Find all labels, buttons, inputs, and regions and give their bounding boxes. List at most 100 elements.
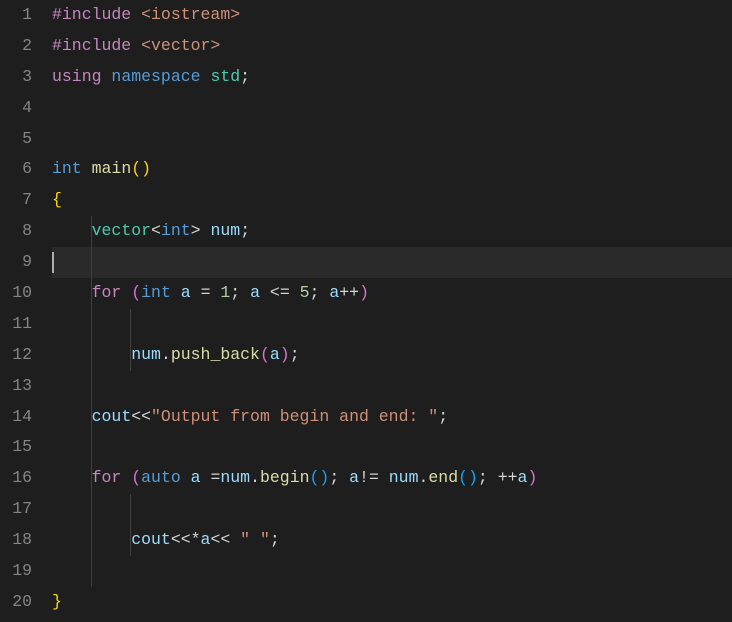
- code-line[interactable]: {: [52, 185, 732, 216]
- code-editor[interactable]: 1234567891011121314151617181920 #include…: [0, 0, 732, 622]
- token-punct: ++: [339, 283, 359, 302]
- token-func: push_back: [171, 345, 260, 364]
- token-brace: (: [131, 159, 141, 178]
- token-brace1: ): [280, 345, 290, 364]
- indent-guide: [91, 494, 92, 525]
- code-line[interactable]: [52, 432, 732, 463]
- code-line[interactable]: [52, 93, 732, 124]
- code-line[interactable]: [52, 371, 732, 402]
- code-area[interactable]: #include <iostream>#include <vector>usin…: [42, 0, 732, 622]
- token-type: int: [161, 221, 191, 240]
- token-func: begin: [260, 468, 310, 487]
- token-punct: >: [191, 221, 211, 240]
- token-brace: {: [52, 190, 62, 209]
- line-number: 12: [0, 340, 32, 371]
- line-number: 14: [0, 402, 32, 433]
- code-line[interactable]: vector<int> num;: [52, 216, 732, 247]
- token-ident: a: [270, 345, 280, 364]
- token-ident: a: [518, 468, 528, 487]
- line-number: 11: [0, 309, 32, 340]
- text-cursor: [52, 252, 54, 273]
- token-brace: ): [141, 159, 151, 178]
- token-ident: a: [329, 283, 339, 302]
- line-number: 4: [0, 93, 32, 124]
- indent-guide: [91, 556, 92, 587]
- line-number: 18: [0, 525, 32, 556]
- token-punct: [181, 468, 191, 487]
- token-using: for: [92, 468, 122, 487]
- code-line[interactable]: #include <vector>: [52, 31, 732, 62]
- code-line[interactable]: cout<<*a<< " ";: [52, 525, 732, 556]
- token-punct: [52, 407, 92, 426]
- line-number-gutter: 1234567891011121314151617181920: [0, 0, 42, 622]
- token-punct: [131, 36, 141, 55]
- line-number: 9: [0, 247, 32, 278]
- token-func: main: [92, 159, 132, 178]
- token-punct: .: [418, 468, 428, 487]
- code-line[interactable]: for (auto a =num.begin(); a!= num.end();…: [52, 463, 732, 494]
- token-ident: a: [349, 468, 359, 487]
- token-number: 5: [300, 283, 310, 302]
- token-punct: [131, 5, 141, 24]
- indent-guide: [130, 309, 131, 340]
- line-number: 6: [0, 154, 32, 185]
- indent-guide: [91, 463, 92, 494]
- token-punct: [201, 67, 211, 86]
- token-punct: [121, 468, 131, 487]
- token-ident: cout: [131, 530, 171, 549]
- token-ident: num: [210, 221, 240, 240]
- token-type: int: [141, 283, 171, 302]
- line-number: 20: [0, 587, 32, 618]
- code-line[interactable]: [52, 494, 732, 525]
- line-number: 16: [0, 463, 32, 494]
- token-using: using: [52, 67, 102, 86]
- indent-guide: [91, 340, 92, 371]
- code-line[interactable]: for (int a = 1; a <= 5; a++): [52, 278, 732, 309]
- token-punct: .: [250, 468, 260, 487]
- token-class: vector: [92, 221, 151, 240]
- token-brace1: (: [131, 468, 141, 487]
- line-number: 13: [0, 371, 32, 402]
- token-type: auto: [141, 468, 181, 487]
- indent-guide: [130, 494, 131, 525]
- token-punct: [52, 283, 92, 302]
- token-ident: a: [191, 468, 201, 487]
- line-number: 15: [0, 432, 32, 463]
- code-line[interactable]: num.push_back(a);: [52, 340, 732, 371]
- line-number: 8: [0, 216, 32, 247]
- indent-guide: [91, 278, 92, 309]
- token-punct: <=: [260, 283, 300, 302]
- token-punct: ;: [438, 407, 448, 426]
- token-header: <iostream>: [141, 5, 240, 24]
- token-punct: <<: [210, 530, 240, 549]
- code-line[interactable]: using namespace std;: [52, 62, 732, 93]
- line-number: 1: [0, 0, 32, 31]
- line-number: 19: [0, 556, 32, 587]
- token-header: <vector>: [141, 36, 220, 55]
- indent-guide: [91, 402, 92, 433]
- line-number: 10: [0, 278, 32, 309]
- code-line[interactable]: cout<<"Output from begin and end: ";: [52, 402, 732, 433]
- token-punct: ;: [230, 283, 250, 302]
- line-number: 17: [0, 494, 32, 525]
- code-line[interactable]: [52, 309, 732, 340]
- token-punct: !=: [359, 468, 389, 487]
- code-line[interactable]: }: [52, 587, 732, 618]
- token-punct: [52, 221, 92, 240]
- code-line[interactable]: [52, 556, 732, 587]
- indent-guide: [130, 340, 131, 371]
- line-number: 5: [0, 124, 32, 155]
- indent-guide: [91, 216, 92, 247]
- token-punct: ;: [329, 468, 349, 487]
- indent-guide: [130, 525, 131, 556]
- code-line[interactable]: [52, 247, 732, 278]
- token-ns: namespace: [111, 67, 200, 86]
- token-ident: num: [131, 345, 161, 364]
- code-line[interactable]: [52, 124, 732, 155]
- token-brace2: (: [458, 468, 468, 487]
- token-brace2: (: [310, 468, 320, 487]
- token-ident: a: [250, 283, 260, 302]
- code-line[interactable]: int main(): [52, 154, 732, 185]
- code-line[interactable]: #include <iostream>: [52, 0, 732, 31]
- token-punct: ;: [290, 345, 300, 364]
